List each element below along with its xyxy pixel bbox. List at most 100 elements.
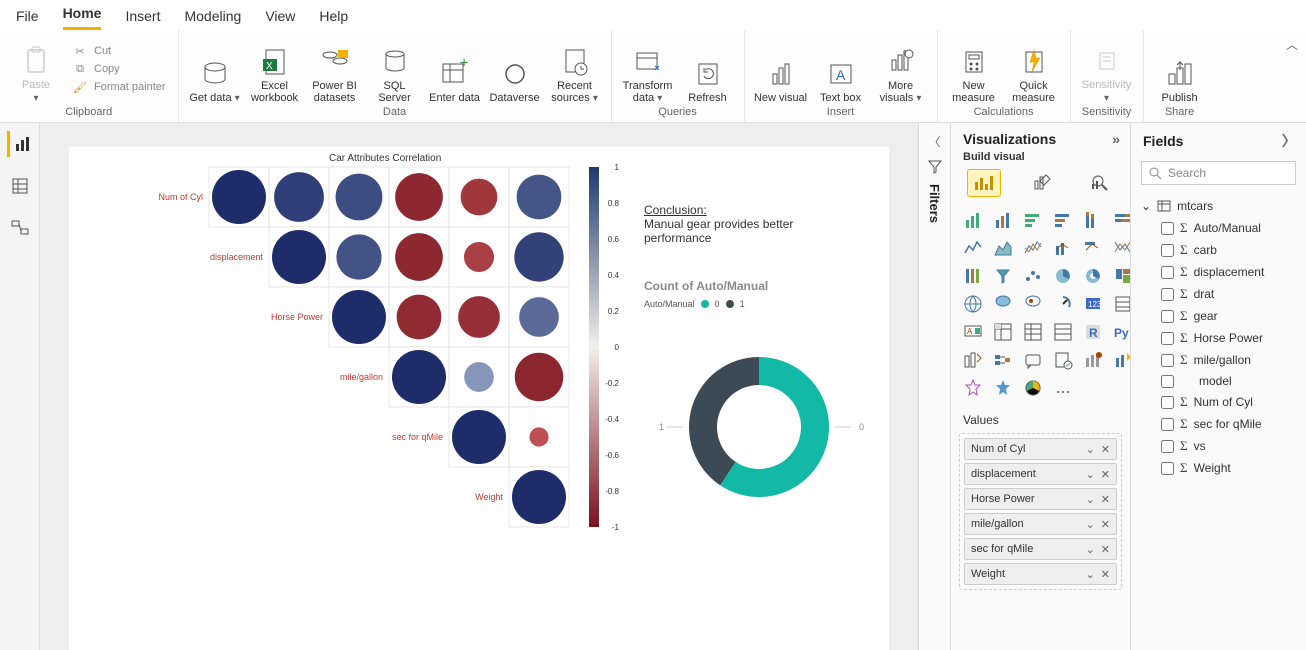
vis-map-icon[interactable] <box>961 293 985 315</box>
field-item[interactable]: ΣWeight <box>1141 457 1296 479</box>
field-item[interactable]: Σgear <box>1141 305 1296 327</box>
field-well-item[interactable]: mile/gallon⌄✕ <box>964 513 1117 535</box>
field-well-item[interactable]: Horse Power⌄✕ <box>964 488 1117 510</box>
field-checkbox[interactable] <box>1161 222 1174 235</box>
vis-qa-icon[interactable] <box>1021 349 1045 371</box>
menu-view[interactable]: View <box>265 4 295 30</box>
more-visuals-button[interactable]: More visuals ▾ <box>873 34 929 104</box>
field-checkbox[interactable] <box>1161 332 1174 345</box>
vis-slicer-icon[interactable] <box>991 321 1015 343</box>
copy-button[interactable]: ⧉Copy <box>72 61 166 77</box>
field-item[interactable]: ΣAuto/Manual <box>1141 217 1296 239</box>
chevron-down-icon[interactable]: ⌄ <box>1086 443 1095 456</box>
sql-server-button[interactable]: SQL Server <box>367 34 423 104</box>
vis-clustered-hbar-icon[interactable] <box>1051 209 1075 231</box>
menu-modeling[interactable]: Modeling <box>184 4 241 30</box>
pbi-datasets-button[interactable]: Power BI datasets <box>307 34 363 104</box>
remove-field-icon[interactable]: ✕ <box>1101 543 1110 556</box>
remove-field-icon[interactable]: ✕ <box>1101 443 1110 456</box>
vis-power-apps-icon[interactable] <box>961 377 985 399</box>
vis-shape-map-icon[interactable] <box>1021 293 1045 315</box>
report-canvas-wrap[interactable]: Car Attributes Correlation Num of Cyldis… <box>40 123 918 650</box>
data-view-button[interactable] <box>7 173 33 199</box>
vis-waterfall-icon[interactable] <box>961 265 985 287</box>
vis-funnel-icon[interactable] <box>991 265 1015 287</box>
vis-stacked-bar-icon[interactable] <box>961 209 985 231</box>
remove-field-icon[interactable]: ✕ <box>1101 568 1110 581</box>
correlation-chart[interactable]: Num of CyldisplacementHorse Powermile/ga… <box>109 161 629 571</box>
table-mtcars[interactable]: ⌄ mtcars <box>1141 195 1296 217</box>
chevron-down-icon[interactable]: ⌄ <box>1086 493 1095 506</box>
field-well-item[interactable]: Num of Cyl⌄✕ <box>964 438 1117 460</box>
enter-data-button[interactable]: +Enter data <box>427 34 483 104</box>
vis-paginated-icon[interactable] <box>1081 349 1105 371</box>
chevron-down-icon[interactable]: ⌄ <box>1086 543 1095 556</box>
vis-clustered-bar-icon[interactable] <box>991 209 1015 231</box>
field-checkbox[interactable] <box>1161 440 1174 453</box>
vis-area-icon[interactable] <box>991 237 1015 259</box>
quick-measure-button[interactable]: Quick measure <box>1006 34 1062 104</box>
field-well-item[interactable]: sec for qMile⌄✕ <box>964 538 1117 560</box>
remove-field-icon[interactable]: ✕ <box>1101 468 1110 481</box>
field-checkbox[interactable] <box>1161 418 1174 431</box>
vis-matrix-icon[interactable] <box>1051 321 1075 343</box>
field-item[interactable]: Σdisplacement <box>1141 261 1296 283</box>
excel-workbook-button[interactable]: XExcel workbook <box>247 34 303 104</box>
format-visual-tab[interactable] <box>1025 169 1059 197</box>
vis-stacked-hbar-icon[interactable] <box>1021 209 1045 231</box>
refresh-button[interactable]: Refresh <box>680 34 736 104</box>
recent-sources-button[interactable]: Recent sources ▾ <box>547 34 603 104</box>
vis-smart-narrative-icon[interactable] <box>1051 349 1075 371</box>
menu-help[interactable]: Help <box>319 4 348 30</box>
field-item[interactable]: Σsec for qMile <box>1141 413 1296 435</box>
field-item[interactable]: model <box>1141 371 1296 391</box>
collapse-vis-pane-icon[interactable]: » <box>1112 131 1120 147</box>
report-canvas[interactable]: Car Attributes Correlation Num of Cyldis… <box>69 147 889 650</box>
field-checkbox[interactable] <box>1161 462 1174 475</box>
vis-pie-icon[interactable] <box>1051 265 1075 287</box>
new-visual-button[interactable]: New visual <box>753 34 809 104</box>
vis-power-automate-icon[interactable] <box>991 377 1015 399</box>
expand-filters-icon[interactable]: 〈 <box>928 133 940 150</box>
dataverse-button[interactable]: Dataverse <box>487 34 543 104</box>
vis-stacked-line-icon[interactable] <box>1021 237 1045 259</box>
vis-more-visuals-icon[interactable] <box>1051 377 1075 399</box>
field-checkbox[interactable] <box>1161 288 1174 301</box>
report-view-button[interactable] <box>7 131 33 157</box>
publish-button[interactable]: Publish <box>1152 34 1208 104</box>
fields-search-input[interactable]: Search <box>1141 161 1296 185</box>
vis-kpi-icon[interactable]: A <box>961 321 985 343</box>
analytics-tab[interactable] <box>1083 169 1117 197</box>
remove-field-icon[interactable]: ✕ <box>1101 493 1110 506</box>
field-checkbox[interactable] <box>1161 396 1174 409</box>
vis-decomposition-tree-icon[interactable] <box>991 349 1015 371</box>
chevron-down-icon[interactable]: ⌄ <box>1086 518 1095 531</box>
field-checkbox[interactable] <box>1161 354 1174 367</box>
field-item[interactable]: Σmile/gallon <box>1141 349 1296 371</box>
vis-100-stacked-bar-icon[interactable] <box>1081 209 1105 231</box>
field-checkbox[interactable] <box>1161 266 1174 279</box>
vis-filled-map-icon[interactable] <box>991 293 1015 315</box>
vis-key-influencers-icon[interactable] <box>961 349 985 371</box>
sensitivity-button[interactable]: Sensitivity▾ <box>1079 34 1135 104</box>
menu-file[interactable]: File <box>16 4 39 30</box>
vis-line-icon[interactable] <box>961 237 985 259</box>
donut-chart[interactable]: 10 <box>629 317 889 537</box>
remove-field-icon[interactable]: ✕ <box>1101 518 1110 531</box>
vis-table-icon[interactable] <box>1021 321 1045 343</box>
vis-gauge-icon[interactable] <box>1051 293 1075 315</box>
cut-button[interactable]: ✂Cut <box>72 43 166 59</box>
vis-donut-icon[interactable] <box>1081 265 1105 287</box>
chevron-down-icon[interactable]: ⌄ <box>1086 568 1095 581</box>
field-checkbox[interactable] <box>1161 375 1174 388</box>
chevron-down-icon[interactable]: ⌄ <box>1086 468 1095 481</box>
field-item[interactable]: Σcarb <box>1141 239 1296 261</box>
conclusion-text-box[interactable]: Conclusion: Manual gear provides better … <box>644 203 844 245</box>
new-measure-button[interactable]: New measure <box>946 34 1002 104</box>
field-checkbox[interactable] <box>1161 244 1174 257</box>
field-item[interactable]: Σdrat <box>1141 283 1296 305</box>
paste-button[interactable]: Paste ▾ <box>8 34 64 104</box>
vis-combo-bar-line-icon[interactable] <box>1051 237 1075 259</box>
field-item[interactable]: Σvs <box>1141 435 1296 457</box>
values-field-well[interactable]: Num of Cyl⌄✕displacement⌄✕Horse Power⌄✕m… <box>959 433 1122 590</box>
